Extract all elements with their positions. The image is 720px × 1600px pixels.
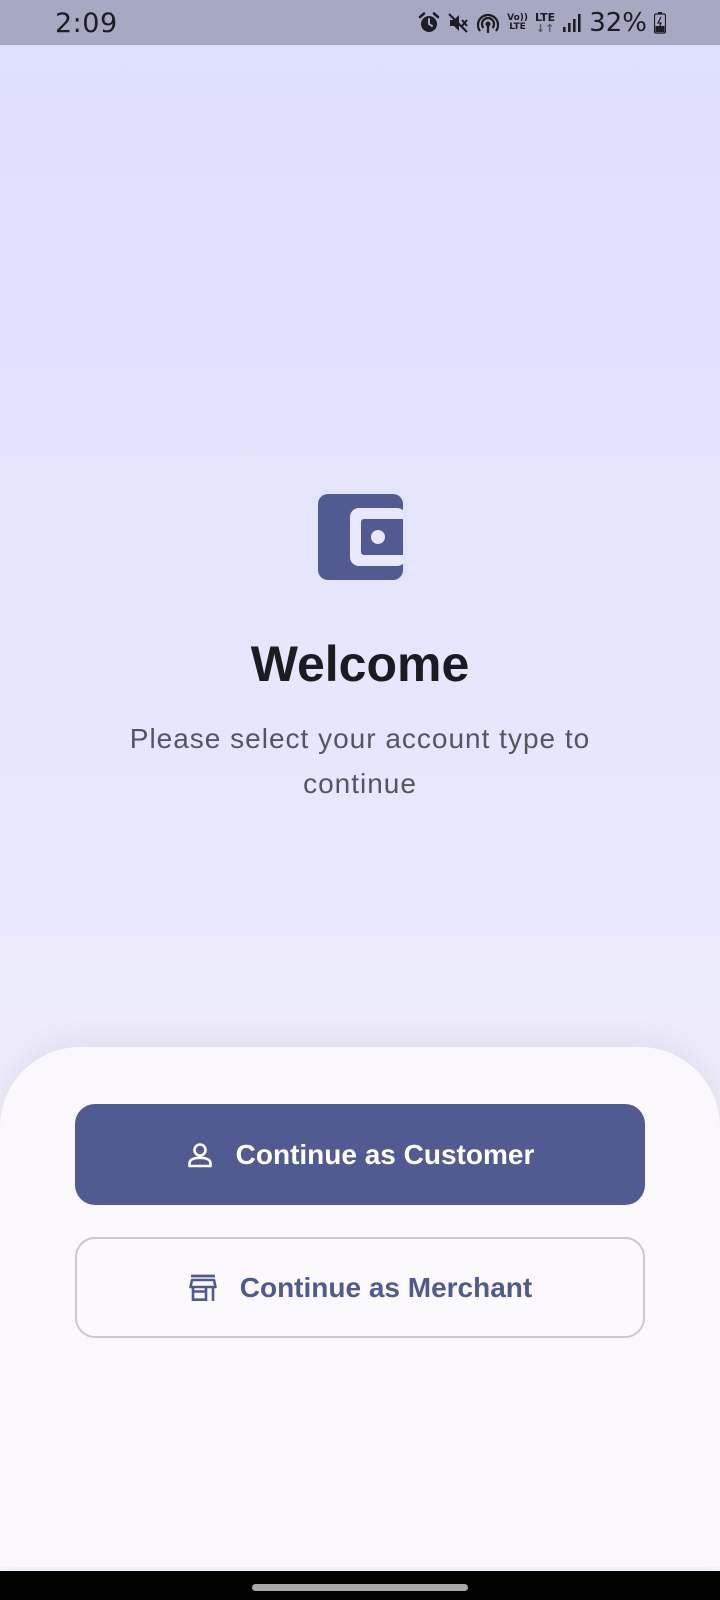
- volte-icon: Vo)) LTE: [507, 13, 528, 32]
- wallet-icon: [318, 494, 406, 580]
- status-bar: 2:09 Vo)) LTE LTE ↓↑ 32%: [0, 0, 720, 45]
- continue-as-customer-button[interactable]: Continue as Customer: [75, 1104, 645, 1205]
- navigation-bar: [0, 1571, 720, 1600]
- mute-icon: [447, 12, 469, 34]
- alarm-icon: [418, 12, 440, 34]
- lte-data-icon: LTE ↓↑: [534, 11, 556, 35]
- continue-as-merchant-button[interactable]: Continue as Merchant: [75, 1237, 645, 1338]
- person-icon: [186, 1141, 214, 1169]
- battery-percent: 32%: [589, 8, 647, 38]
- welcome-title: Welcome: [250, 636, 470, 692]
- merchant-button-label: Continue as Merchant: [239, 1271, 533, 1303]
- signal-icon: [562, 13, 582, 33]
- customer-button-label: Continue as Customer: [235, 1138, 535, 1170]
- status-time: 2:09: [55, 8, 118, 39]
- home-gesture-handle[interactable]: [252, 1584, 468, 1591]
- hotspot-icon: [476, 12, 500, 34]
- welcome-subtitle: Please select your account type to conti…: [129, 723, 591, 799]
- status-icons: Vo)) LTE LTE ↓↑ 32%: [418, 8, 666, 38]
- welcome-screen: 2:09 Vo)) LTE LTE ↓↑ 32% Welcome Please …: [0, 0, 720, 1600]
- battery-icon: [654, 12, 666, 34]
- store-icon: [188, 1274, 218, 1302]
